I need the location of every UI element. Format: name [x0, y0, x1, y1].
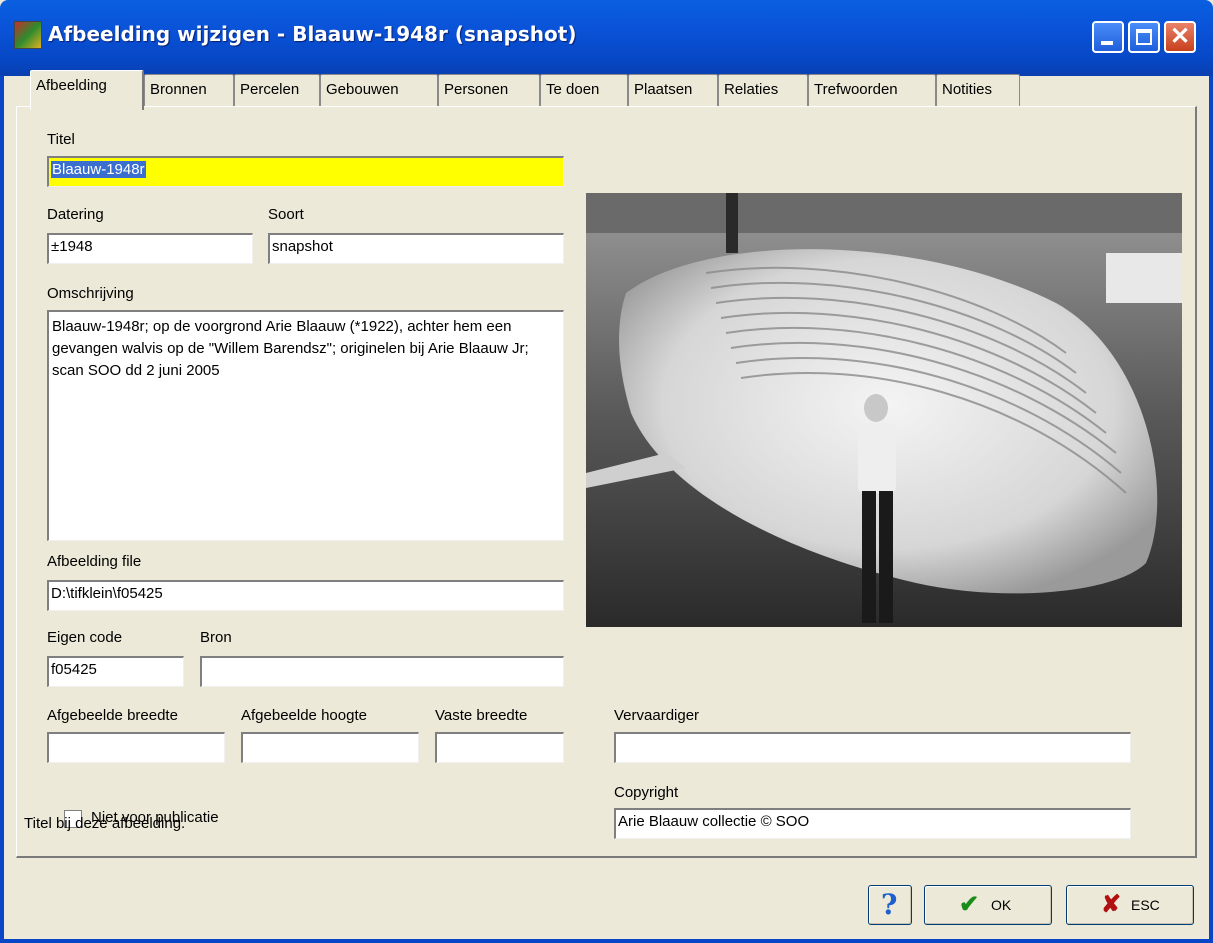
datering-label: Datering [47, 206, 104, 223]
ok-button[interactable]: ✔ OK [924, 885, 1052, 925]
ok-label: OK [991, 897, 1012, 913]
whale-photo [586, 193, 1182, 627]
afgebeelde-hoogte-label: Afgebeelde hoogte [241, 707, 367, 724]
omschrijving-label: Omschrijving [47, 285, 134, 302]
tab-gebouwen[interactable]: Gebouwen [320, 74, 438, 106]
check-icon: ✔ [959, 891, 980, 918]
bron-label: Bron [200, 629, 232, 646]
omschrijving-textarea[interactable]: Blaauw-1948r; op de voorgrond Arie Blaau… [47, 310, 564, 541]
eigen-code-input[interactable]: f05425 [47, 656, 184, 687]
minimize-button[interactable] [1092, 21, 1124, 53]
vaste-breedte-label: Vaste breedte [435, 707, 528, 724]
cancel-x-icon: ✘ [1101, 891, 1122, 918]
window-frame-left [0, 76, 4, 943]
window-frame-bottom [0, 939, 1213, 943]
soort-label: Soort [268, 206, 304, 223]
maximize-icon [1136, 29, 1152, 45]
tab-percelen[interactable]: Percelen [234, 74, 320, 106]
status-hint: Titel bij deze afbeelding. [24, 815, 186, 832]
esc-label: ESC [1131, 897, 1160, 913]
afgebeelde-breedte-label: Afgebeelde breedte [47, 707, 178, 724]
copyright-label: Copyright [614, 784, 679, 801]
maximize-button[interactable] [1128, 21, 1160, 53]
titel-label: Titel [47, 131, 75, 148]
app-icon[interactable] [14, 21, 42, 49]
close-button[interactable]: ✕ [1164, 21, 1196, 53]
tab-afbeelding[interactable]: Afbeelding [30, 70, 144, 110]
tab-notities[interactable]: Notities [936, 74, 1020, 106]
tab-relaties[interactable]: Relaties [718, 74, 808, 106]
minimize-icon [1101, 41, 1113, 45]
help-icon: ? [881, 888, 898, 921]
tab-te-doen[interactable]: Te doen [540, 74, 628, 106]
afgebeelde-breedte-input[interactable] [47, 732, 225, 763]
vervaardiger-input[interactable] [614, 732, 1131, 763]
tab-bronnen[interactable]: Bronnen [144, 74, 234, 106]
tab-plaatsen[interactable]: Plaatsen [628, 74, 718, 106]
close-icon: ✕ [1169, 23, 1191, 50]
bron-input[interactable] [200, 656, 564, 687]
datering-input[interactable]: ±1948 [47, 233, 253, 264]
vaste-breedte-input[interactable] [435, 732, 564, 763]
tab-trefwoorden[interactable]: Trefwoorden [808, 74, 936, 106]
titel-value: Blaauw-1948r [51, 161, 146, 178]
window-frame-right [1209, 76, 1213, 943]
eigen-code-label: Eigen code [47, 629, 123, 646]
esc-button[interactable]: ✘ ESC [1066, 885, 1194, 925]
help-button[interactable]: ? [868, 885, 912, 925]
window-title: Afbeelding wijzigen - Blaauw-1948r (snap… [48, 22, 577, 46]
image-preview [586, 193, 1182, 627]
copyright-input[interactable]: Arie Blaauw collectie © SOO [614, 808, 1131, 839]
tab-personen[interactable]: Personen [438, 74, 540, 106]
soort-input[interactable]: snapshot [268, 233, 564, 264]
afbeelding-file-input[interactable]: D:\tifklein\f05425 [47, 580, 564, 611]
afbeelding-file-label: Afbeelding file [47, 553, 142, 570]
afgebeelde-hoogte-input[interactable] [241, 732, 419, 763]
titel-input[interactable]: Blaauw-1948r [47, 156, 564, 187]
vervaardiger-label: Vervaardiger [614, 707, 700, 724]
